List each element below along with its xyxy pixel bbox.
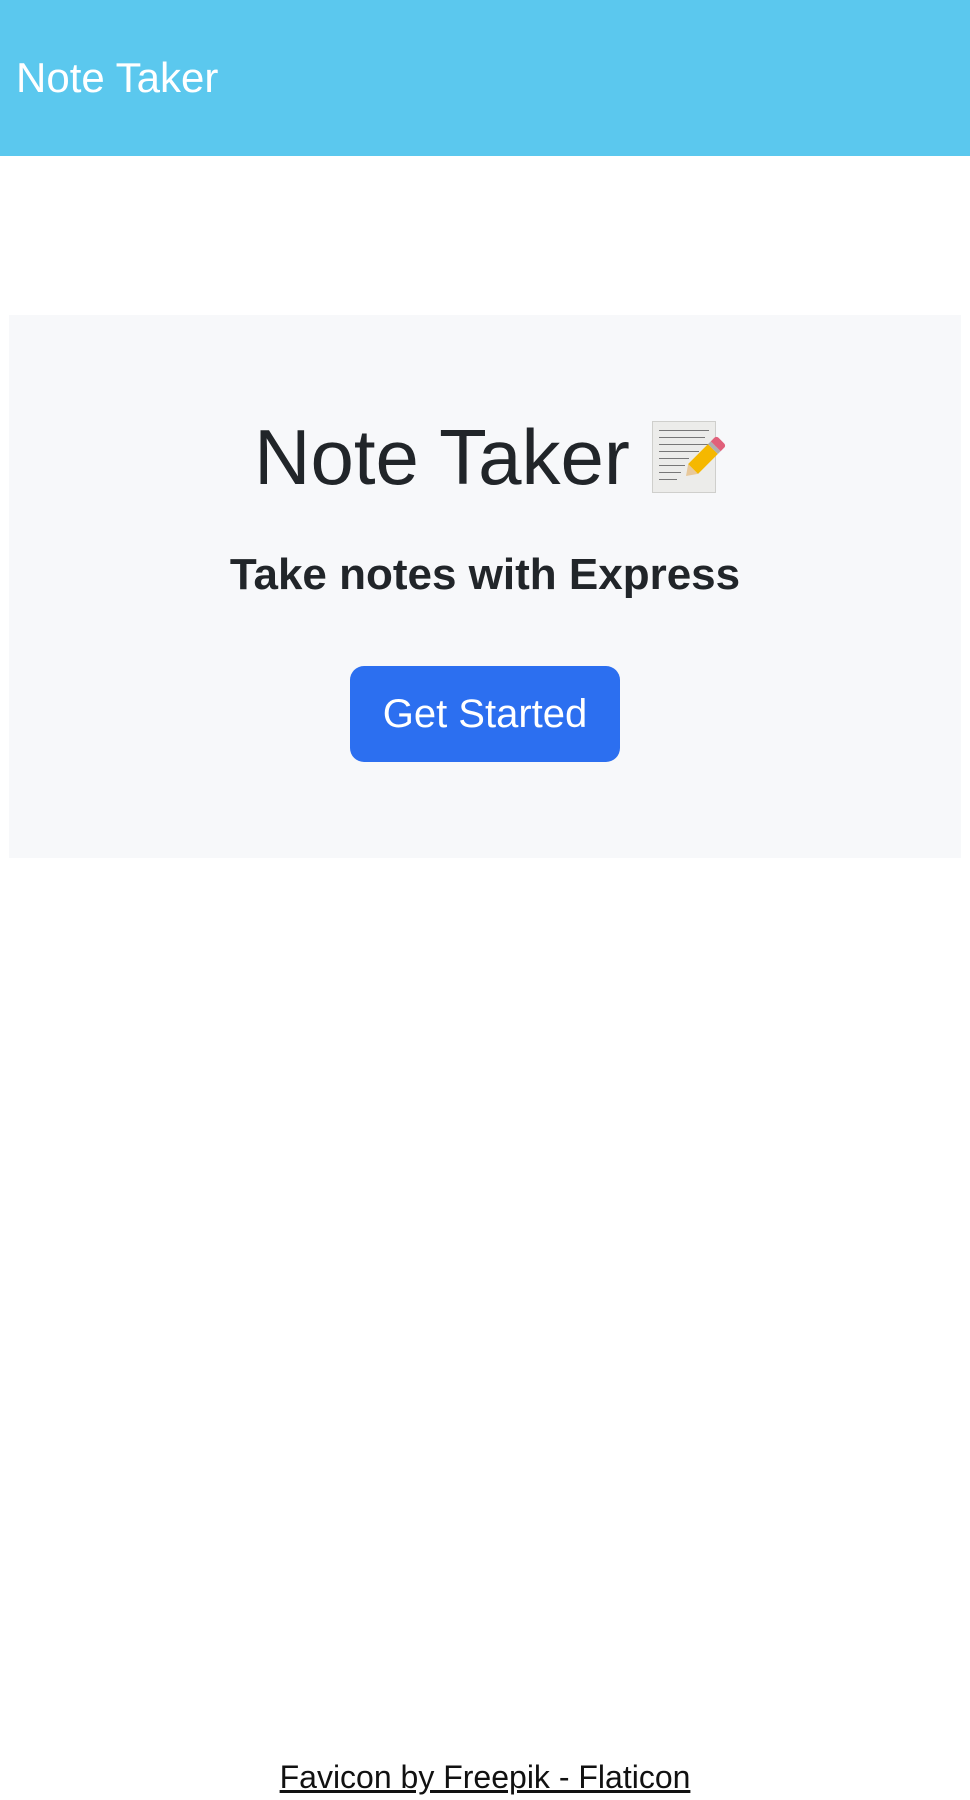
navbar-brand-link[interactable]: Note Taker bbox=[16, 57, 218, 99]
page-title-text: Note Taker bbox=[254, 413, 630, 501]
page-title: Note Taker bbox=[0, 412, 970, 502]
hero-subtitle: Take notes with Express bbox=[229, 550, 741, 599]
navbar: Note Taker bbox=[0, 0, 970, 156]
get-started-button[interactable]: Get Started bbox=[350, 666, 620, 762]
favicon-credit-link[interactable]: Favicon by Freepik - Flaticon bbox=[0, 1755, 970, 1799]
memo-icon bbox=[651, 421, 727, 493]
